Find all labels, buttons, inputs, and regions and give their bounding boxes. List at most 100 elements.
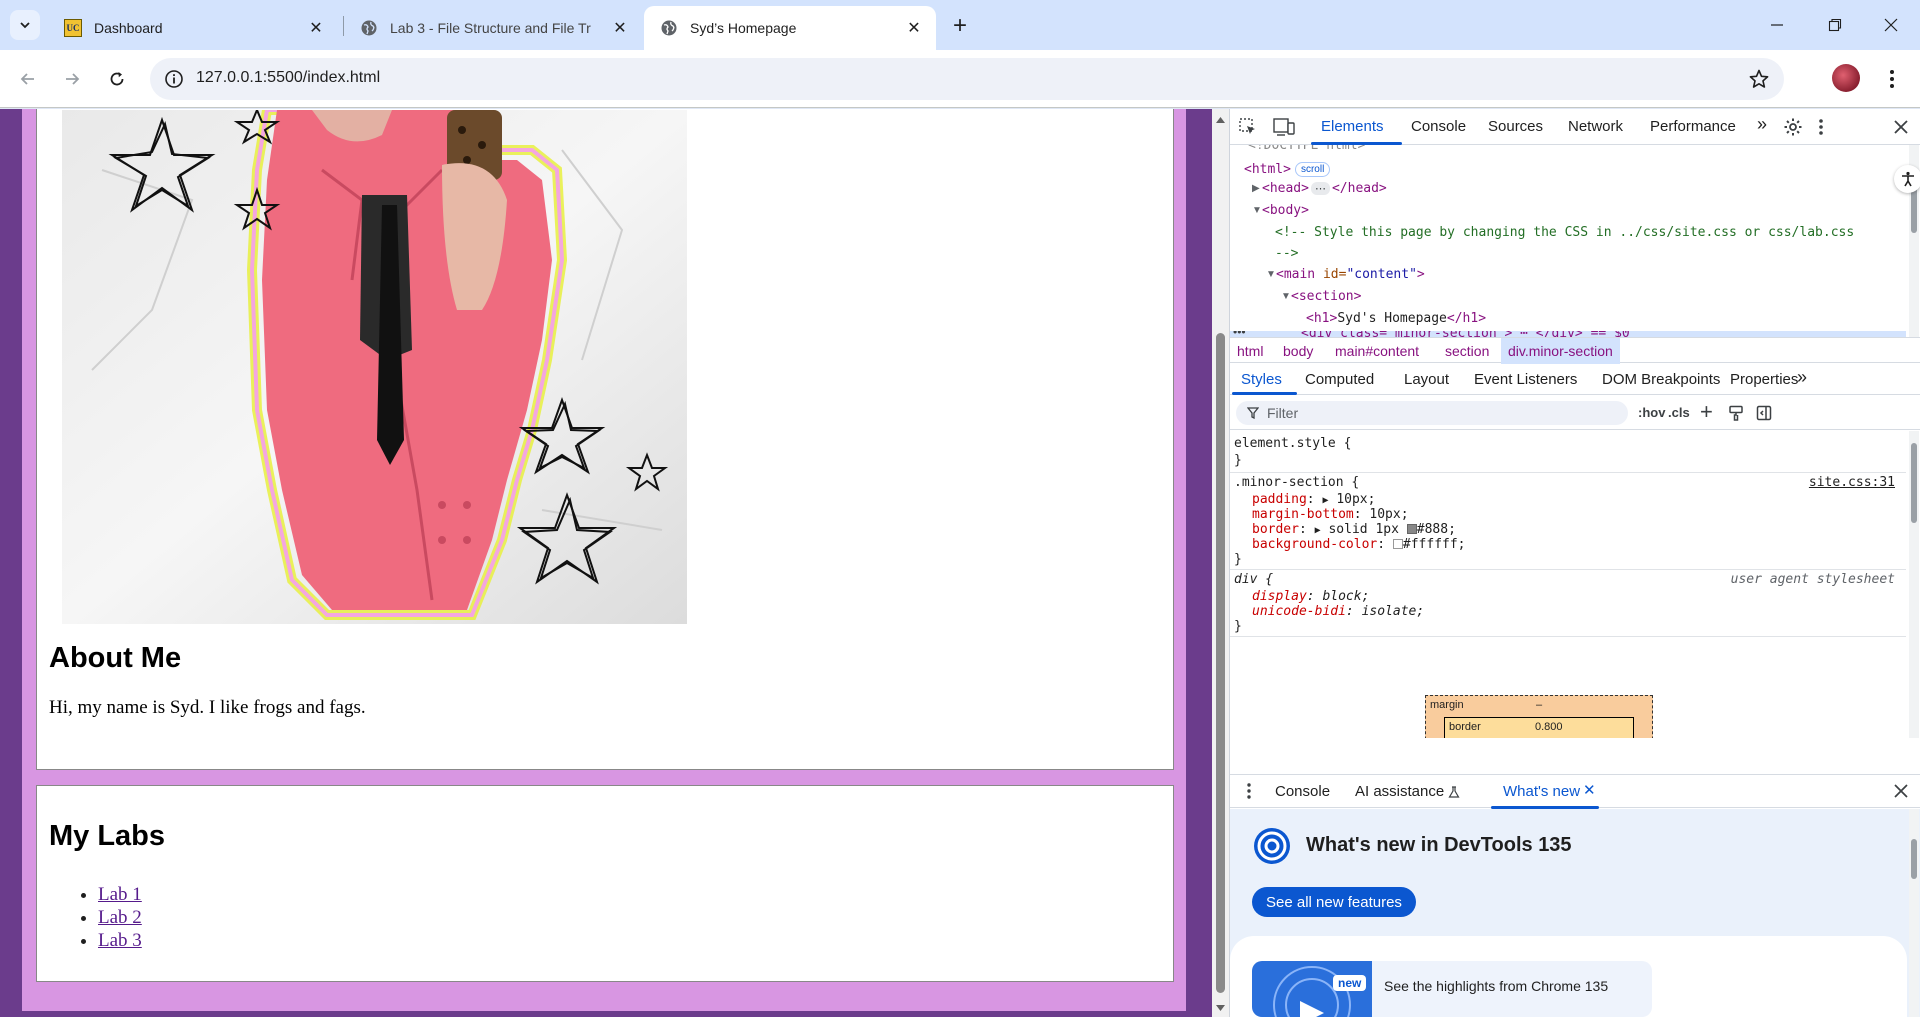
- property-padding[interactable]: padding: ▶ 10px;: [1252, 492, 1375, 507]
- property-background-color[interactable]: background-color: #ffffff;: [1252, 537, 1466, 552]
- breadcrumb-div[interactable]: div.minor-section: [1501, 338, 1620, 364]
- tab-computed[interactable]: Computed: [1305, 371, 1374, 388]
- new-rule-plus-icon[interactable]: +: [1700, 399, 1713, 425]
- address-bar[interactable]: 127.0.0.1:5500/index.html: [150, 58, 1784, 100]
- scroll-badge[interactable]: scroll: [1294, 161, 1331, 177]
- close-drawer-icon[interactable]: [1894, 784, 1908, 798]
- lab-1-link[interactable]: Lab 1: [98, 884, 142, 905]
- filter-input[interactable]: Filter: [1236, 401, 1628, 425]
- lab-3-link[interactable]: Lab 3: [98, 930, 142, 951]
- tab-syds-homepage[interactable]: Syd’s Homepage ✕: [644, 6, 936, 50]
- more-tabs-icon[interactable]: »: [1797, 367, 1807, 388]
- drawer-tab-console[interactable]: Console: [1275, 783, 1330, 800]
- devtools-menu-icon[interactable]: [1819, 119, 1823, 135]
- tab-styles[interactable]: Styles: [1241, 371, 1282, 388]
- breadcrumb-main[interactable]: main#content: [1335, 338, 1419, 364]
- chrome-menu-button[interactable]: [1880, 64, 1904, 94]
- accessibility-button[interactable]: [1894, 165, 1920, 193]
- tab-console[interactable]: Console: [1411, 118, 1466, 135]
- scroll-down-icon[interactable]: [1212, 1001, 1229, 1015]
- class-toggle[interactable]: .cls: [1668, 405, 1690, 420]
- close-tab-icon[interactable]: ✕: [904, 18, 924, 38]
- paint-brush-icon[interactable]: [1728, 405, 1744, 421]
- scrollbar-thumb[interactable]: [1911, 839, 1917, 879]
- close-devtools-icon[interactable]: [1894, 120, 1908, 134]
- styles-scrollbar[interactable]: [1909, 431, 1919, 738]
- close-tab-icon[interactable]: ✕: [610, 18, 630, 38]
- property-border[interactable]: border: ▶ solid 1px #888;: [1252, 522, 1456, 537]
- drawer-tab-ai-assistance[interactable]: AI assistance: [1355, 783, 1444, 800]
- dom-node-head[interactable]: ▶ <head> ⋯ </head>: [1252, 181, 1387, 196]
- settings-gear-icon[interactable]: [1783, 117, 1803, 137]
- box-model-border[interactable]: border 0.800: [1444, 717, 1634, 738]
- toggle-sidebar-icon[interactable]: [1756, 405, 1772, 421]
- tab-search-button[interactable]: [10, 10, 40, 40]
- more-tabs-icon[interactable]: »: [1757, 114, 1767, 135]
- globe-icon: [361, 20, 377, 36]
- collapse-arrow-icon[interactable]: ▼: [1266, 269, 1276, 280]
- rule-selector: .minor-section {: [1234, 475, 1360, 490]
- profile-avatar[interactable]: [1832, 64, 1860, 92]
- tab-dom-breakpoints[interactable]: DOM Breakpoints: [1602, 371, 1720, 388]
- dom-node-body[interactable]: ▼ <body>: [1252, 203, 1309, 218]
- profile-photo: [62, 110, 687, 624]
- back-button[interactable]: [12, 63, 44, 95]
- tab-elements[interactable]: Elements: [1321, 118, 1384, 135]
- tab-performance[interactable]: Performance: [1650, 118, 1736, 135]
- see-all-features-button[interactable]: See all new features: [1252, 887, 1416, 917]
- site-info-icon[interactable]: [164, 69, 184, 89]
- tab-properties[interactable]: Properties: [1730, 371, 1798, 388]
- inspect-element-icon[interactable]: [1238, 117, 1258, 137]
- scrollbar-thumb[interactable]: [1911, 443, 1917, 523]
- forward-button[interactable]: [56, 63, 88, 95]
- box-model-margin[interactable]: margin – border 0.800: [1425, 695, 1653, 738]
- drawer-scrollbar[interactable]: [1909, 809, 1919, 1017]
- rule-source-link[interactable]: site.css:31: [1809, 475, 1895, 490]
- highlights-item[interactable]: new See the highlights from Chrome 135: [1252, 961, 1652, 1017]
- hover-state-toggle[interactable]: :hov: [1638, 405, 1665, 420]
- breadcrumb-section[interactable]: section: [1445, 338, 1489, 364]
- color-swatch[interactable]: [1392, 539, 1403, 549]
- rule-close-brace: }: [1234, 453, 1242, 468]
- tab-network[interactable]: Network: [1568, 118, 1623, 135]
- page-scrollbar[interactable]: [1212, 109, 1229, 1017]
- page-content: About Me Hi, my name is Syd. I like frog…: [22, 109, 1186, 1011]
- color-swatch[interactable]: [1406, 524, 1417, 534]
- breadcrumb-html[interactable]: html: [1237, 338, 1263, 364]
- collapsed-ellipsis[interactable]: ⋯: [1310, 182, 1330, 195]
- scroll-up-icon[interactable]: [1212, 113, 1229, 127]
- tab-dashboard[interactable]: UC Dashboard ✕: [48, 6, 338, 50]
- drawer-menu-icon[interactable]: [1247, 783, 1251, 799]
- minimize-button[interactable]: [1748, 0, 1806, 50]
- drawer-tab-whats-new[interactable]: What's new: [1503, 783, 1580, 800]
- property-unicode-bidi[interactable]: unicode-bidi: isolate;: [1252, 604, 1424, 619]
- drawer-tabs: Console AI assistance What's new ✕: [1230, 774, 1920, 809]
- collapse-arrow-icon[interactable]: ▼: [1252, 205, 1262, 216]
- tab-event-listeners[interactable]: Event Listeners: [1474, 371, 1577, 388]
- highlights-card: new See the highlights from Chrome 135: [1230, 936, 1907, 1017]
- dom-node-main[interactable]: ▼ <main id= "content" >: [1266, 267, 1425, 282]
- property-margin-bottom[interactable]: margin-bottom: 10px;: [1252, 507, 1409, 522]
- tab-sources[interactable]: Sources: [1488, 118, 1543, 135]
- dom-node-html[interactable]: <html> scroll: [1244, 160, 1331, 178]
- reload-button[interactable]: [101, 63, 133, 95]
- restore-button[interactable]: [1806, 0, 1864, 50]
- tab-layout[interactable]: Layout: [1404, 371, 1449, 388]
- breadcrumb-body[interactable]: body: [1283, 338, 1313, 364]
- close-tab-icon[interactable]: ✕: [1583, 781, 1596, 799]
- lab-2-link[interactable]: Lab 2: [98, 907, 142, 928]
- bookmark-star-icon[interactable]: [1748, 68, 1770, 90]
- collapse-arrow-icon[interactable]: ▼: [1281, 291, 1291, 302]
- tab-lab3[interactable]: Lab 3 - File Structure and File Tr ✕: [344, 6, 642, 50]
- expand-arrow-icon[interactable]: ▶: [1252, 183, 1262, 194]
- dom-node-h1[interactable]: <h1> Syd's Homepage </h1>: [1306, 311, 1486, 326]
- close-tab-icon[interactable]: ✕: [306, 18, 326, 38]
- close-window-button[interactable]: [1862, 0, 1920, 50]
- new-tab-button[interactable]: +: [944, 10, 976, 42]
- back-arrow-icon: [20, 73, 34, 85]
- forward-arrow-icon: [66, 73, 80, 85]
- property-display[interactable]: display: block;: [1252, 589, 1369, 604]
- dom-node-section[interactable]: ▼ <section>: [1281, 289, 1361, 304]
- device-toolbar-icon[interactable]: [1273, 117, 1295, 137]
- scrollbar-thumb[interactable]: [1216, 333, 1225, 993]
